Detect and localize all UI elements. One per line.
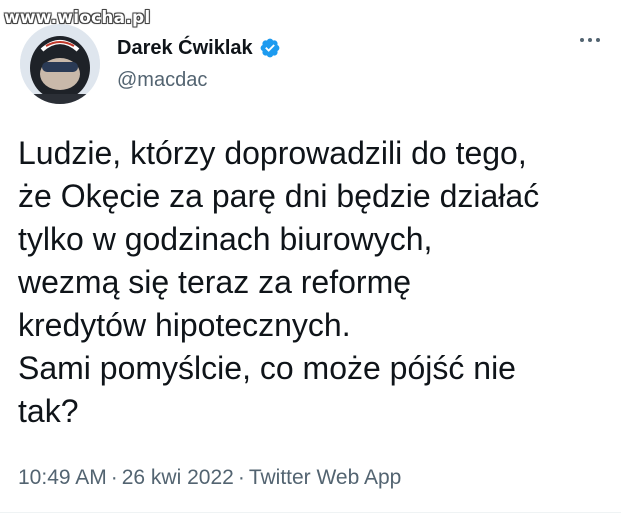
separator: · [110,466,118,489]
verified-badge-icon [259,37,281,59]
tweet-line: tylko w godzinach biurowych, [18,221,433,257]
separator: · [237,466,245,489]
author-handle[interactable]: @macdac [117,69,207,92]
tweet-date[interactable]: 26 kwi 2022 [122,466,234,489]
more-options-icon[interactable] [580,38,600,42]
tweet-line: kredytów hipotecznych. [18,307,351,343]
author-display-name[interactable]: Darek Ćwiklak [117,37,253,60]
avatar-image [20,24,100,104]
tweet-line: Sami pomyślcie, co może pójść nie [18,350,516,386]
tweet-source[interactable]: Twitter Web App [249,466,402,489]
tweet-metadata: 10:49 AM · 26 kwi 2022 · Twitter Web App [18,466,401,490]
watermark-logo: www.wiocha.pl [4,8,151,28]
tweet-line: że Okęcie za parę dni będzie działać [18,178,540,214]
tweet-line: Ludzie, którzy doprowadzili do tego, [18,135,527,171]
tweet-line: wezmą się teraz za reformę [18,264,412,300]
divider [0,512,621,513]
tweet-line: tak? [18,393,79,429]
tweet-text: Ludzie, którzy doprowadzili do tego, że … [18,132,608,433]
avatar[interactable] [20,24,100,104]
author-name-row[interactable]: Darek Ćwiklak [117,34,281,62]
tweet-timestamp[interactable]: 10:49 AM [18,466,107,489]
